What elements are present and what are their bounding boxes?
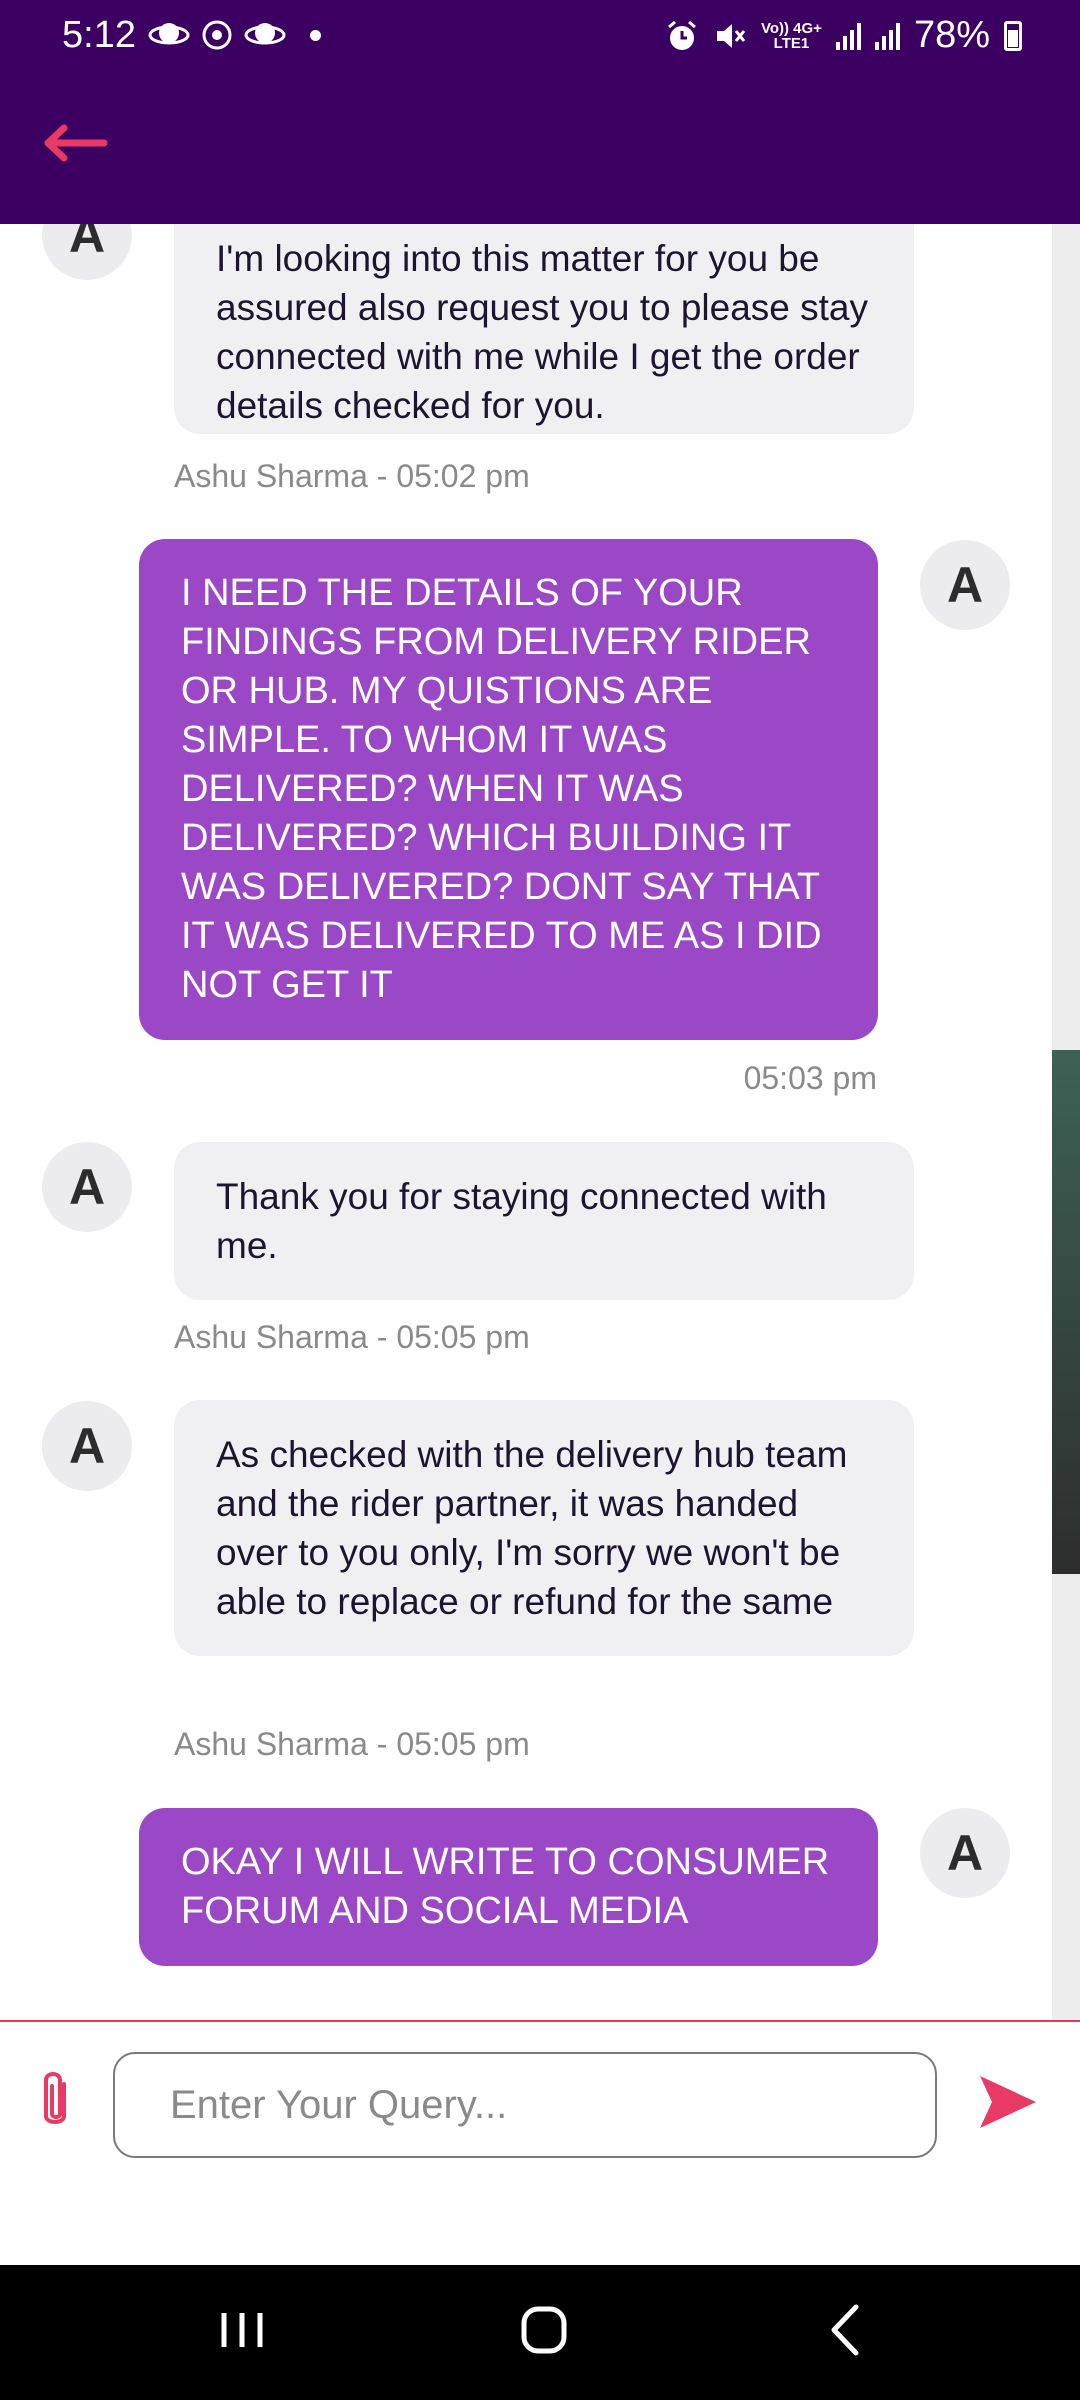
- recent-apps-icon: [221, 2313, 263, 2347]
- signal-icon: [874, 22, 900, 50]
- back-button[interactable]: [40, 118, 110, 168]
- message-meta: 05:03 pm: [743, 1060, 877, 1096]
- back-arrow-icon: [44, 124, 108, 162]
- attach-button[interactable]: [30, 2066, 80, 2136]
- notification-dot: [310, 29, 321, 41]
- chat-thread[interactable]: A I'm looking into this matter for you b…: [0, 224, 1080, 2020]
- home-icon: [521, 2306, 567, 2354]
- battery-percent: 78%: [913, 14, 990, 56]
- nav-back-button[interactable]: [806, 2295, 886, 2365]
- network-bottom: LTE1: [773, 34, 810, 52]
- mute-icon: [716, 23, 746, 48]
- battery-icon: [1004, 20, 1022, 51]
- agent-message-bubble: I'm looking into this matter for you be …: [174, 224, 914, 434]
- home-button[interactable]: [504, 2295, 584, 2365]
- user-message-bubble: I NEED THE DETAILS OF YOUR FINDINGS FROM…: [139, 539, 878, 1040]
- agent-message-bubble: Thank you for staying connected with me.: [174, 1142, 914, 1300]
- network-label: Vo)) 4G+ LTE1: [761, 21, 822, 51]
- send-button[interactable]: [976, 2070, 1040, 2134]
- agent-avatar: A: [42, 1401, 132, 1491]
- composer: [0, 2020, 1080, 2265]
- app-header: 5:12 Vo)) 4G+ LTE1 78%: [0, 0, 1080, 224]
- message-text: I'm looking into this matter for you be …: [216, 238, 868, 426]
- recent-apps-button[interactable]: [202, 2295, 282, 2365]
- message-text: I NEED THE DETAILS OF YOUR FINDINGS FROM…: [181, 572, 822, 1006]
- message-meta: Ashu Sharma - 05:05 pm: [174, 1319, 530, 1355]
- agent-message-bubble: As checked with the delivery hub team an…: [174, 1400, 914, 1656]
- message-text: OKAY I WILL WRITE TO CONSUMER FORUM AND …: [181, 1841, 830, 1932]
- notification-icons: [148, 18, 321, 52]
- alarm-icon: [667, 20, 696, 50]
- message-meta: Ashu Sharma - 05:02 pm: [174, 458, 530, 494]
- message-text: Thank you for staying connected with me.: [216, 1176, 827, 1266]
- user-avatar: A: [920, 1808, 1010, 1898]
- signal-icon: [835, 22, 861, 50]
- scrollbar[interactable]: [1052, 224, 1080, 2020]
- system-nav-bar: [0, 2265, 1080, 2400]
- network-top: Vo)) 4G+: [760, 19, 822, 37]
- message-text: As checked with the delivery hub team an…: [216, 1434, 848, 1622]
- planet-icon: [244, 23, 286, 45]
- send-icon: [980, 2076, 1036, 2128]
- scrollbar-thumb[interactable]: [1052, 1050, 1080, 1574]
- user-message-bubble: OKAY I WILL WRITE TO CONSUMER FORUM AND …: [139, 1808, 878, 1966]
- planet-icon: [148, 23, 190, 45]
- agent-avatar: A: [42, 224, 132, 280]
- user-avatar: A: [920, 540, 1010, 630]
- query-input[interactable]: [113, 2052, 937, 2158]
- paperclip-icon: [44, 2072, 66, 2124]
- status-right: Vo)) 4G+ LTE1 78%: [665, 14, 1022, 57]
- agent-avatar: A: [42, 1142, 132, 1232]
- message-meta: Ashu Sharma - 05:05 pm: [174, 1726, 530, 1762]
- sync-icon: [202, 20, 232, 50]
- chevron-left-icon: [831, 2304, 859, 2356]
- status-bar: 5:12 Vo)) 4G+ LTE1 78%: [0, 0, 1080, 76]
- status-time: 5:12: [62, 14, 136, 56]
